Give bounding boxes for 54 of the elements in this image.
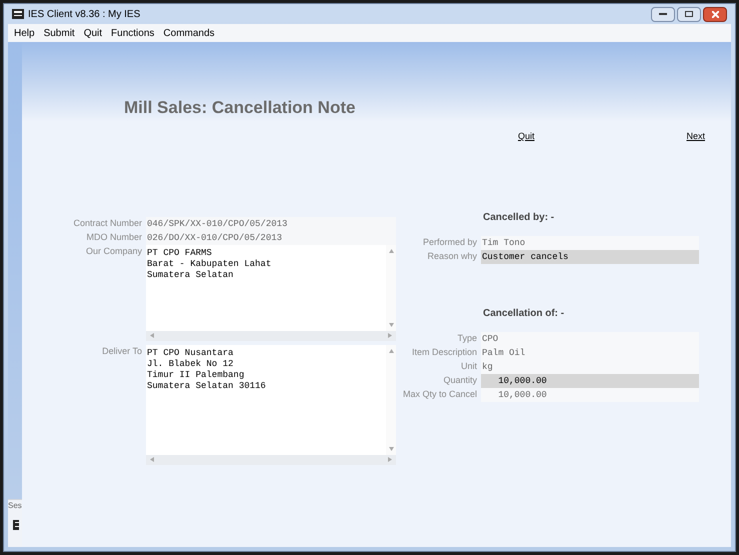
- horizontal-scrollbar[interactable]: [146, 330, 396, 340]
- window-title: IES Client v8.36 : My IES: [28, 8, 140, 22]
- field-label: Max Qty to Cancel: [402, 388, 478, 401]
- text-field[interactable]: 10,000.00: [481, 388, 699, 402]
- field-label: Performed by: [422, 236, 478, 249]
- scroll-left-icon[interactable]: [150, 333, 154, 338]
- menu-item[interactable]: Submit: [44, 26, 75, 40]
- text-area[interactable]: PT CPO Nusantara Jl. Blabek No 12 Timur II Palembang Sumatera Selatan 30116: [146, 344, 396, 464]
- side-tab[interactable]: Ses: [8, 500, 22, 512]
- field-label: Reason why: [426, 250, 478, 263]
- text-field[interactable]: Customer cancels: [481, 250, 699, 264]
- scroll-down-icon[interactable]: [388, 322, 394, 326]
- text-field[interactable]: 026/DO/XX-010/CPO/05/2013: [146, 230, 396, 244]
- field-label: Our Company: [84, 244, 143, 258]
- document-icon: [13, 520, 19, 530]
- page-title: Mill Sales: Cancellation Note: [124, 96, 356, 118]
- nav-link[interactable]: Quit: [518, 130, 534, 144]
- close-button[interactable]: [703, 6, 727, 22]
- menu-item[interactable]: Functions: [111, 26, 154, 40]
- horizontal-scrollbar[interactable]: [146, 454, 396, 464]
- menu-item[interactable]: Help: [14, 26, 35, 40]
- text-field[interactable]: CPO: [481, 332, 699, 346]
- minimize-button[interactable]: [651, 6, 675, 22]
- field-label: Deliver To: [101, 344, 143, 358]
- text-field[interactable]: 046/SPK/XX-010/CPO/05/2013: [146, 216, 396, 230]
- text-field[interactable]: kg: [481, 360, 699, 374]
- field-label: Contract Number: [72, 216, 143, 230]
- text-field[interactable]: 10,000.00: [481, 374, 699, 388]
- menu-item[interactable]: Quit: [84, 26, 102, 40]
- text-field[interactable]: Tim Tono: [481, 236, 699, 250]
- text-field[interactable]: Palm Oil: [481, 346, 699, 360]
- field-value: PT CPO FARMS Barat - Kabupaten Lahat Sumatera Selatan: [146, 246, 272, 282]
- field-label: Item Description: [410, 346, 478, 359]
- field-label: Quantity: [442, 374, 478, 387]
- vertical-scrollbar[interactable]: [386, 244, 396, 330]
- scroll-up-icon[interactable]: [388, 348, 394, 352]
- maximize-button[interactable]: [677, 6, 701, 22]
- scroll-down-icon[interactable]: [388, 446, 394, 450]
- field-value: PT CPO Nusantara Jl. Blabek No 12 Timur II Palembang Sumatera Selatan 30116: [146, 346, 267, 392]
- scroll-right-icon[interactable]: [388, 333, 392, 338]
- app-icon: [12, 9, 24, 19]
- menu-item[interactable]: Commands: [163, 26, 215, 40]
- close-icon: [712, 10, 718, 18]
- scroll-up-icon[interactable]: [388, 248, 394, 252]
- scroll-right-icon[interactable]: [388, 457, 392, 462]
- field-label: Unit: [460, 360, 478, 373]
- section-heading: Cancellation of: -: [482, 306, 566, 320]
- field-label: MDO Number: [85, 230, 143, 244]
- field-label: Type: [456, 332, 478, 345]
- vertical-scrollbar[interactable]: [386, 344, 396, 454]
- section-heading: Cancelled by: -: [482, 210, 556, 224]
- text-area[interactable]: PT CPO FARMS Barat - Kabupaten Lahat Sumatera Selatan: [146, 244, 396, 340]
- scroll-left-icon[interactable]: [150, 457, 154, 462]
- nav-link[interactable]: Next: [686, 130, 705, 144]
